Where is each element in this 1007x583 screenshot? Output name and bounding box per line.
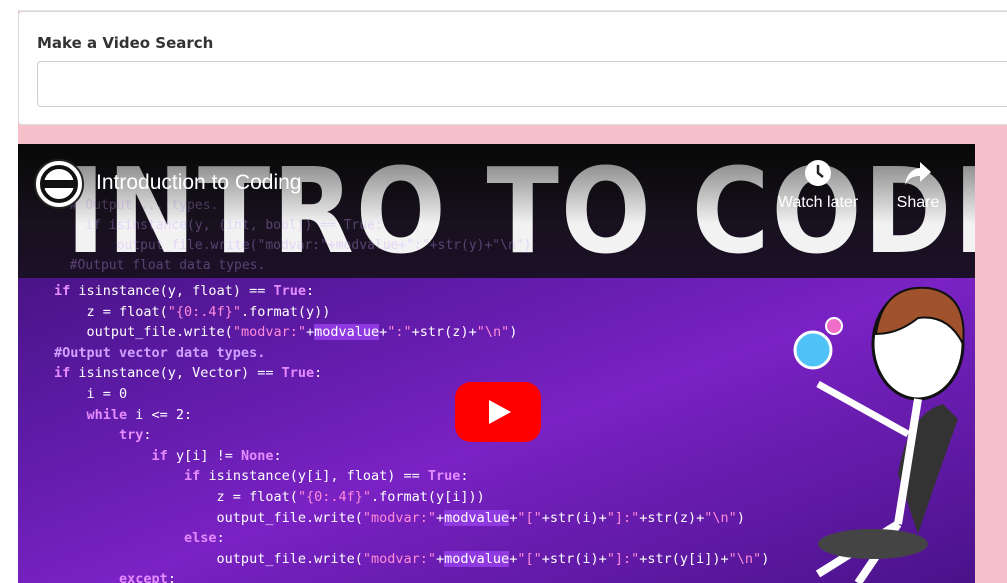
watch-later-label: Watch later [777,194,859,211]
search-label: Make a Video Search [37,34,214,52]
channel-logo[interactable] [34,159,84,209]
share-arrow-icon [905,162,931,185]
watch-later-button[interactable]: Watch later [773,158,863,212]
search-input[interactable] [37,61,1007,107]
thumbnail-character-illustration [793,286,965,583]
top-strip [0,0,1007,11]
thumbnail-code: if isinstance(y, float) == True: z = flo… [54,283,770,583]
video-title[interactable]: Introduction to Coding [96,171,301,195]
youtube-play-icon[interactable] [455,382,541,442]
share-label: Share [896,194,940,211]
channel-logo-icon [40,165,78,203]
search-card: Make a Video Search [18,11,1007,125]
clock-icon [805,160,831,186]
left-gutter [0,10,18,583]
video-player[interactable]: INTRO TO CODING # Output ... types. if i… [18,144,975,583]
share-button[interactable]: Share [888,158,948,212]
